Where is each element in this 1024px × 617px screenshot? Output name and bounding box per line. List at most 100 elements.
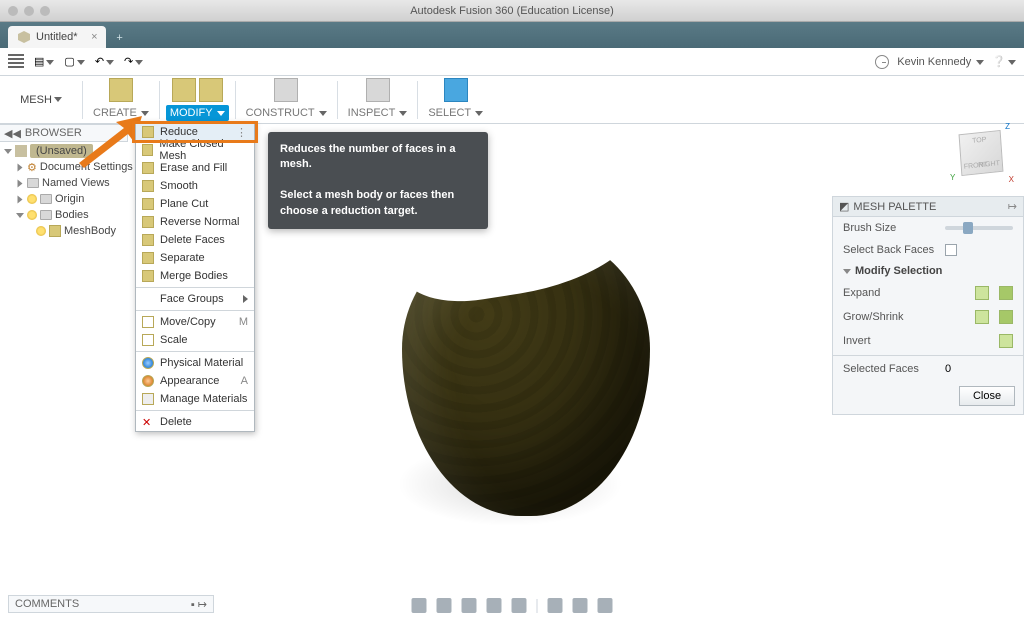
make-closed-icon [142, 144, 153, 156]
create-icon[interactable] [109, 78, 133, 102]
palette-section-modify[interactable]: Modify Selection [833, 261, 1023, 281]
gear-icon: ⚙ [27, 161, 37, 174]
viewport-settings-icon[interactable] [598, 598, 613, 613]
expand-icon-1[interactable] [975, 286, 989, 300]
modify-icon-1[interactable] [172, 78, 196, 102]
palette-header[interactable]: ◩ MESH PALETTE ↦ [833, 197, 1023, 217]
plane-cut-icon [142, 198, 154, 210]
ribbon-group-construct[interactable]: CONSTRUCT [236, 76, 337, 123]
shrink-icon[interactable] [999, 310, 1013, 324]
user-menu[interactable]: Kevin Kennedy [897, 56, 984, 68]
grid-settings-icon[interactable] [573, 598, 588, 613]
scale-icon [142, 334, 154, 346]
pin-icon[interactable]: ▪ ↦ [191, 598, 207, 611]
delete-faces-icon [142, 234, 154, 246]
invert-icon[interactable] [999, 334, 1013, 348]
modify-icon-2[interactable] [199, 78, 223, 102]
quick-access-toolbar: ▤ ▢ ↶ ↷ Kevin Kennedy ❔ [0, 48, 1024, 76]
select-icon[interactable] [444, 78, 468, 102]
help-icon[interactable]: ❔ [992, 55, 1016, 68]
workspace-switcher[interactable]: MESH [0, 76, 82, 123]
menu-item-physical-material[interactable]: Physical Material [136, 354, 254, 372]
separate-icon [142, 252, 154, 264]
material-icon [142, 357, 154, 369]
visibility-icon[interactable] [27, 194, 37, 204]
palette-back-faces: Select Back Faces [833, 239, 1023, 261]
palette-icon: ◩ [839, 200, 849, 213]
menu-item-scale[interactable]: Scale [136, 331, 254, 349]
data-panel-icon[interactable] [8, 54, 24, 70]
ribbon-group-modify[interactable]: MODIFY [160, 76, 235, 123]
new-tab-button[interactable]: + [110, 28, 130, 48]
back-faces-checkbox[interactable] [945, 244, 957, 256]
navigation-bar [412, 598, 613, 613]
menu-item-appearance[interactable]: AppearanceA [136, 372, 254, 390]
display-settings-icon[interactable] [548, 598, 563, 613]
appearance-icon [142, 375, 154, 387]
job-status-icon[interactable] [875, 55, 889, 69]
axis-z: Z [1005, 122, 1010, 131]
menu-item-separate[interactable]: Separate [136, 249, 254, 267]
menu-item-delete[interactable]: ✕Delete [136, 413, 254, 431]
axis-y: Y [950, 173, 955, 182]
save-icon[interactable]: ▢ [64, 55, 84, 68]
close-palette-button[interactable]: Close [959, 386, 1015, 406]
reduce-icon [142, 126, 154, 138]
inspect-icon[interactable] [366, 78, 390, 102]
ribbon-group-select[interactable]: SELECT [418, 76, 493, 123]
mesh-palette: ◩ MESH PALETTE ↦ Brush Size Select Back … [832, 196, 1024, 415]
viewcube-cube[interactable]: TOP FRONT RIGHT [959, 130, 1004, 176]
menu-item-reverse-normal[interactable]: Reverse Normal [136, 213, 254, 231]
tooltip: Reduces the number of faces in a mesh. S… [268, 132, 488, 229]
viewcube[interactable]: TOP FRONT RIGHT Z Y X [956, 128, 1008, 180]
component-icon [15, 145, 27, 157]
redo-icon[interactable]: ↷ [124, 55, 143, 68]
menu-item-make-closed[interactable]: Make Closed Mesh [136, 141, 254, 159]
fit-icon[interactable] [512, 598, 527, 613]
pan-icon[interactable] [462, 598, 477, 613]
menu-item-options-icon[interactable]: ⋮ [236, 126, 248, 139]
grow-icon[interactable] [975, 310, 989, 324]
palette-invert: Invert [833, 329, 1023, 353]
folder-icon [40, 194, 52, 204]
app-title: Autodesk Fusion 360 (Education License) [0, 5, 1024, 17]
menu-item-plane-cut[interactable]: Plane Cut [136, 195, 254, 213]
brush-size-slider[interactable] [945, 226, 1013, 230]
document-tab-title: Untitled* [36, 31, 78, 43]
ribbon: MESH CREATE MODIFY CONSTRUCT INSPECT SEL… [0, 76, 1024, 124]
palette-brush-size: Brush Size [833, 217, 1023, 239]
document-tabbar: Untitled* × + [0, 22, 1024, 48]
look-at-icon[interactable] [437, 598, 452, 613]
menu-item-manage-materials[interactable]: Manage Materials [136, 390, 254, 408]
tooltip-title: Reduces the number of faces in a mesh. [280, 143, 455, 170]
collapse-browser-icon[interactable]: ◀◀ [4, 127, 21, 140]
construct-icon[interactable] [274, 78, 298, 102]
mesh-icon [49, 225, 61, 237]
modify-dropdown-menu: Reduce⋮ Make Closed Mesh Erase and Fill … [135, 122, 255, 432]
document-tab[interactable]: Untitled* × [8, 26, 106, 48]
axis-x: X [1009, 175, 1014, 184]
orbit-icon[interactable] [412, 598, 427, 613]
close-tab-icon[interactable]: × [91, 31, 97, 43]
visibility-icon[interactable] [27, 210, 37, 220]
menu-item-smooth[interactable]: Smooth [136, 177, 254, 195]
zoom-icon[interactable] [487, 598, 502, 613]
undo-icon[interactable]: ↶ [95, 55, 114, 68]
smooth-icon [142, 180, 154, 192]
pin-icon[interactable]: ↦ [1008, 200, 1017, 213]
comments-panel[interactable]: COMMENTS ▪ ↦ [8, 595, 214, 613]
folder-icon [40, 210, 52, 220]
tooltip-body: Select a mesh body or faces then choose … [280, 189, 454, 216]
menu-item-face-groups[interactable]: Face Groups [136, 290, 254, 308]
expand-icon-2[interactable] [999, 286, 1013, 300]
menu-item-merge-bodies[interactable]: Merge Bodies [136, 267, 254, 285]
file-menu-icon[interactable]: ▤ [34, 55, 54, 68]
menu-item-move-copy[interactable]: Move/CopyM [136, 313, 254, 331]
folder-icon [27, 178, 39, 188]
palette-expand: Expand [833, 281, 1023, 305]
delete-icon: ✕ [142, 416, 154, 429]
visibility-icon[interactable] [36, 226, 46, 236]
annotation-arrow [74, 108, 144, 168]
menu-item-delete-faces[interactable]: Delete Faces [136, 231, 254, 249]
ribbon-group-inspect[interactable]: INSPECT [338, 76, 418, 123]
